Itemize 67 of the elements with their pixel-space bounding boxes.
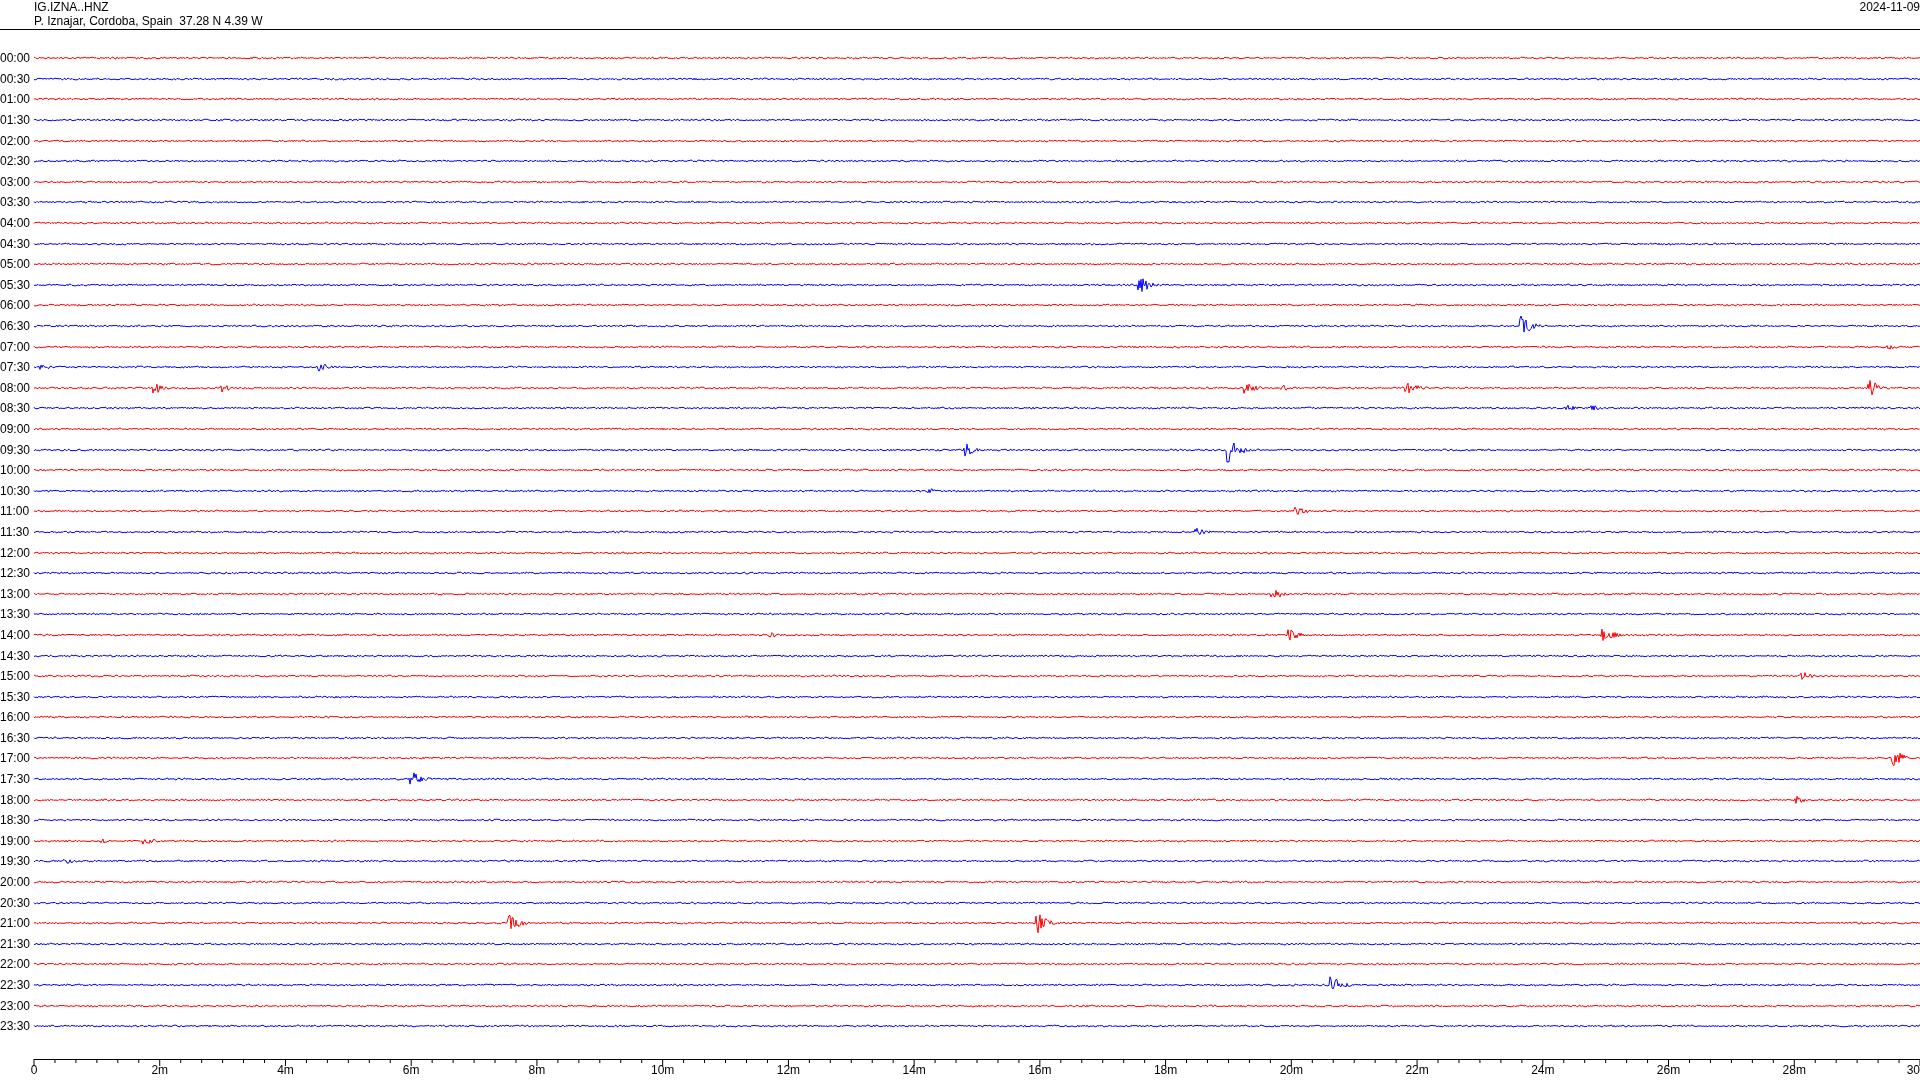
time-label: 08:00	[0, 380, 32, 395]
tick-label: 2m	[151, 1062, 169, 1077]
tick-label: 8m	[528, 1062, 546, 1077]
time-label: 03:30	[0, 195, 32, 210]
time-label: 11:00	[0, 504, 31, 519]
tick-label: 16m	[1028, 1062, 1052, 1077]
station-code: IG.IZNA..HNZ	[34, 0, 110, 14]
date-label: 2024-11-09	[1859, 0, 1920, 14]
time-label: 23:00	[0, 998, 32, 1013]
time-label: 22:00	[0, 957, 32, 972]
time-label: 18:00	[0, 792, 32, 807]
time-label: 12:00	[0, 545, 32, 560]
tick-label: 14m	[902, 1062, 926, 1077]
tick-label: 10m	[651, 1062, 675, 1077]
time-label: 06:00	[0, 298, 32, 313]
tick-label: 20m	[1279, 1062, 1303, 1077]
time-label: 02:00	[0, 133, 32, 148]
time-label: 23:30	[0, 1019, 32, 1034]
time-label: 09:30	[0, 442, 32, 457]
time-label: 20:00	[0, 875, 32, 890]
tick-label: 22m	[1405, 1062, 1429, 1077]
time-label: 00:30	[0, 71, 32, 86]
time-label: 14:00	[0, 627, 32, 642]
time-label: 14:30	[0, 648, 32, 663]
time-label: 03:00	[0, 174, 32, 189]
time-label: 01:30	[0, 113, 32, 128]
time-label: 12:30	[0, 566, 32, 581]
tick-label: 30	[1906, 1062, 1920, 1077]
time-label: 16:00	[0, 710, 32, 725]
time-label: 19:00	[0, 833, 32, 848]
time-label: 10:30	[0, 483, 32, 498]
tick-label: 0	[30, 1062, 38, 1077]
time-label: 17:30	[0, 772, 32, 787]
time-label: 17:00	[0, 751, 32, 766]
time-label: 18:30	[0, 813, 32, 828]
time-label: 01:00	[0, 92, 32, 107]
tick-label: 4m	[277, 1062, 294, 1077]
time-label: 15:30	[0, 689, 32, 704]
station-location: P. Iznajar, Cordoba, Spain 37.28 N 4.39 W	[34, 14, 263, 28]
time-label: 07:30	[0, 360, 32, 375]
tick-label: 26m	[1656, 1062, 1681, 1077]
time-label: 05:30	[0, 277, 32, 292]
time-label: 08:30	[0, 401, 32, 416]
time-label: 22:30	[0, 978, 32, 992]
tick-label: 28m	[1782, 1062, 1806, 1077]
time-label: 07:00	[0, 339, 32, 354]
tick-label: 24m	[1531, 1062, 1555, 1077]
time-label: 11:30	[0, 524, 31, 539]
time-label: 21:30	[0, 936, 32, 951]
time-label: 21:00	[0, 916, 32, 931]
time-label: 10:00	[0, 463, 32, 478]
time-label: 19:30	[0, 854, 32, 869]
tick-label: 18m	[1153, 1062, 1178, 1077]
time-label: 13:30	[0, 607, 32, 622]
time-label: 05:00	[0, 257, 32, 272]
tick-label: 12m	[776, 1062, 801, 1077]
time-label: 16:30	[0, 730, 32, 745]
time-label: 13:00	[0, 586, 32, 601]
time-label: 04:30	[0, 236, 32, 251]
time-label: 09:00	[0, 422, 32, 436]
tick-label: 6m	[402, 1062, 420, 1077]
time-label: 04:00	[0, 216, 32, 231]
time-label: 06:30	[0, 319, 32, 333]
time-label: 20:30	[0, 895, 32, 910]
time-label: 15:00	[0, 669, 32, 684]
time-label: 02:30	[0, 154, 32, 169]
time-label: 00:00	[0, 51, 32, 66]
